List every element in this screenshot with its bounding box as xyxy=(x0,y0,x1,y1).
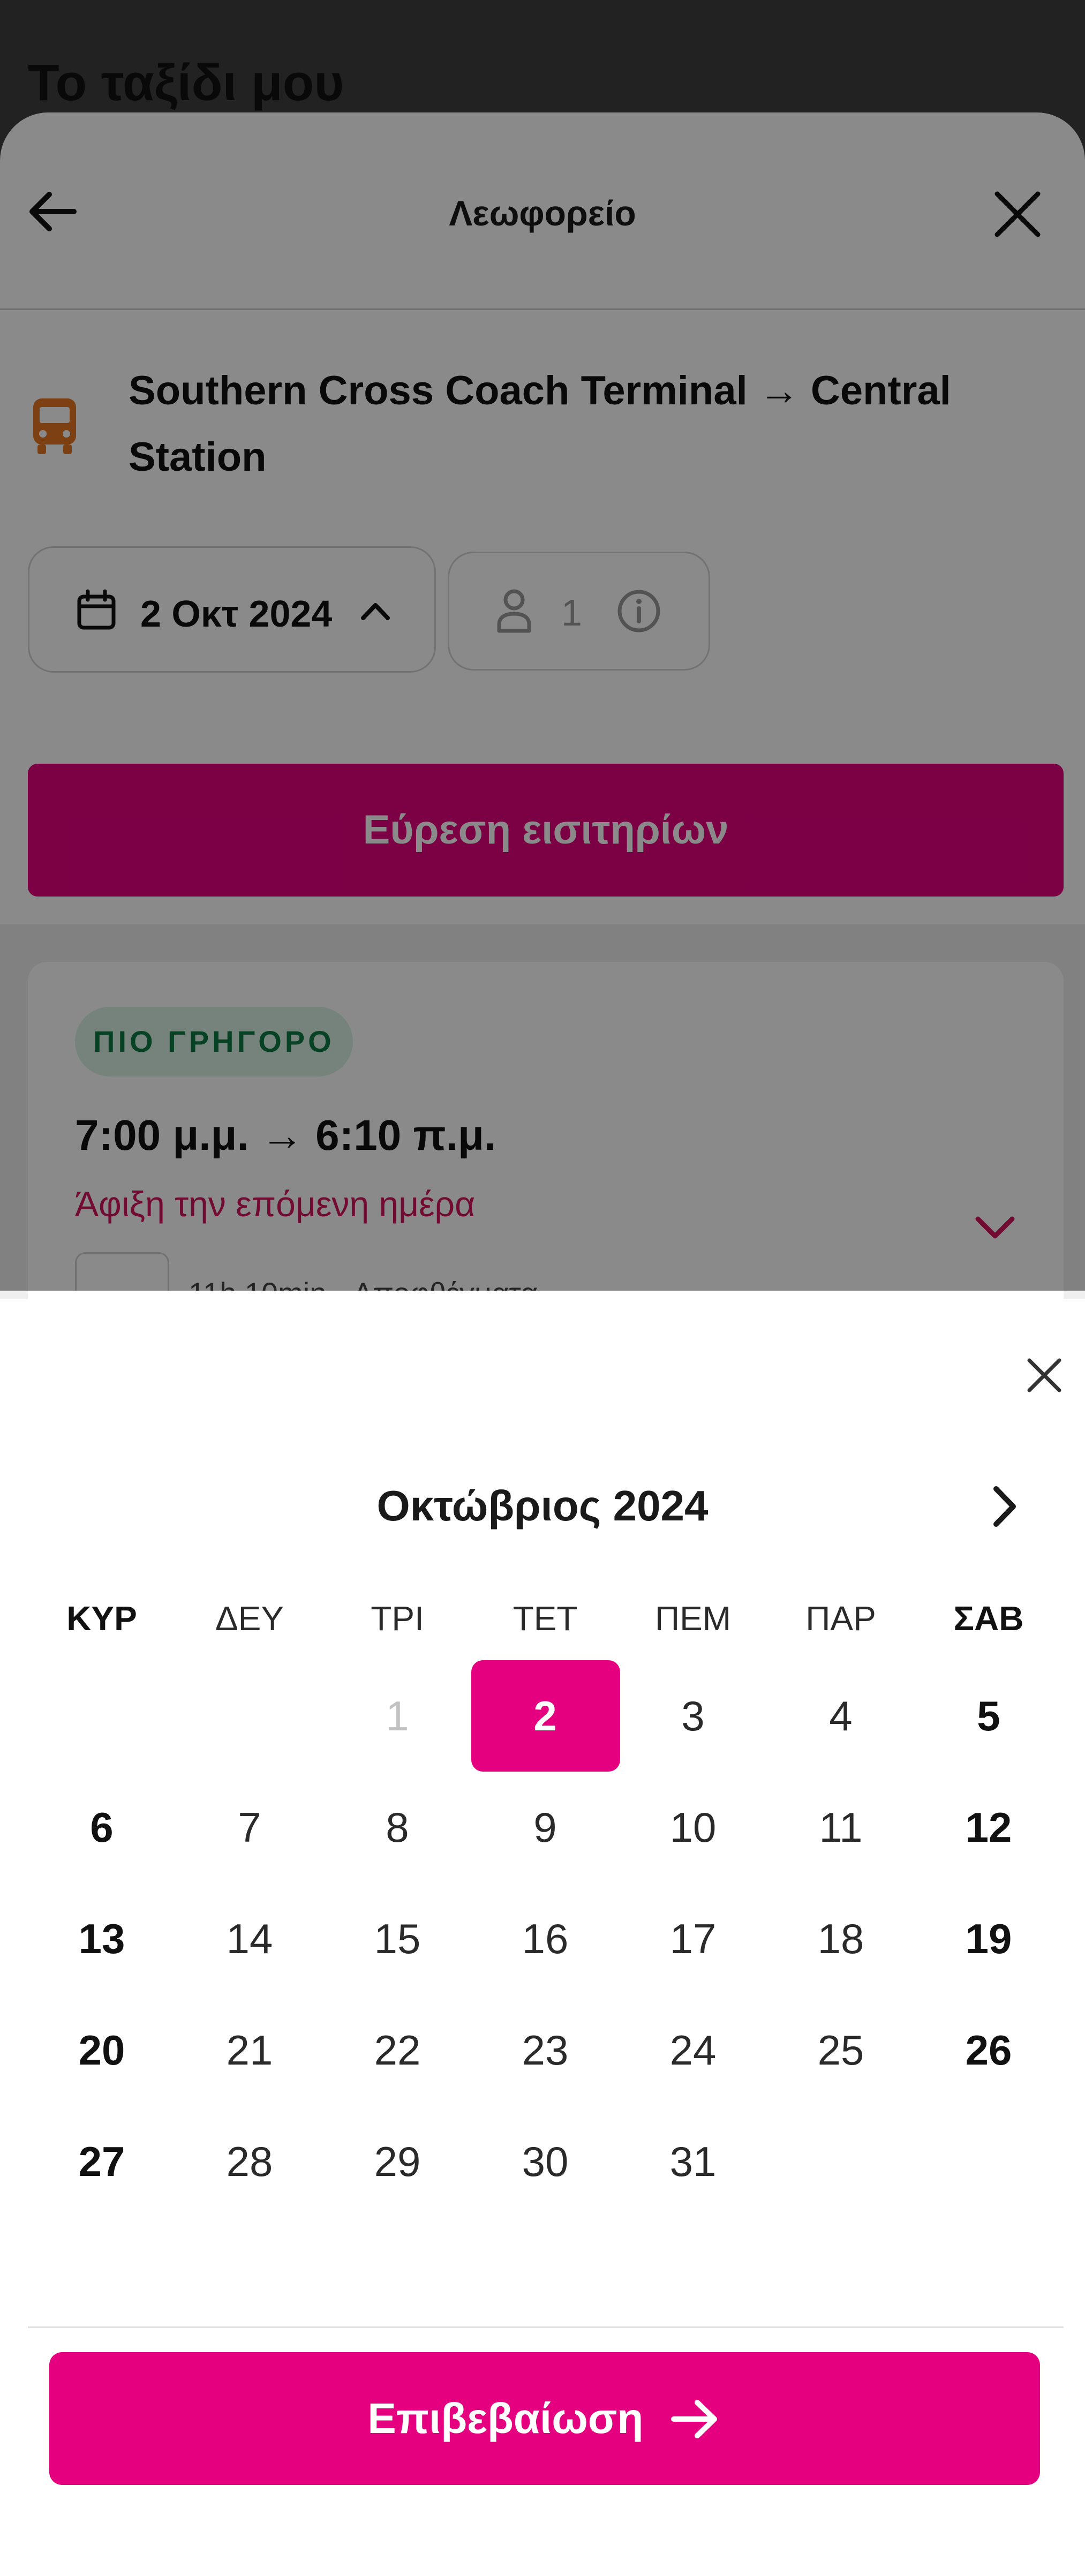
calendar-day[interactable]: 5 xyxy=(915,1660,1063,1772)
confirm-button[interactable]: Επιβεβαίωση xyxy=(49,2352,1040,2485)
next-month-button[interactable] xyxy=(977,1477,1030,1536)
calendar-day[interactable]: 23 xyxy=(471,1994,619,2106)
calendar-day[interactable]: 26 xyxy=(915,1994,1063,2106)
confirm-label: Επιβεβαίωση xyxy=(367,2394,644,2442)
chevron-right-icon xyxy=(993,1486,1016,1527)
calendar-day[interactable]: 30 xyxy=(471,2106,619,2217)
calendar-day[interactable]: 16 xyxy=(471,1883,619,1994)
calendar-day[interactable]: 17 xyxy=(619,1883,767,1994)
calendar-day[interactable]: 11 xyxy=(767,1772,915,1883)
backdrop-overlay[interactable] xyxy=(0,0,1085,1291)
weekday-thu: ΠΕΜ xyxy=(654,1599,732,1638)
calendar-day[interactable]: 31 xyxy=(619,2106,767,2217)
weekday-fri: ΠΑΡ xyxy=(805,1599,876,1638)
calendar-day[interactable]: 18 xyxy=(767,1883,915,1994)
calendar-day[interactable]: 14 xyxy=(176,1883,323,1994)
weekday-sat: ΣΑΒ xyxy=(953,1599,1024,1638)
calendar-day-disabled: 1 xyxy=(386,1692,409,1739)
close-calendar-button[interactable] xyxy=(1018,1349,1071,1402)
weekday-wed: ΤΕΤ xyxy=(513,1599,578,1638)
calendar-day[interactable]: 4 xyxy=(767,1660,915,1772)
calendar-day[interactable]: 21 xyxy=(176,1994,323,2106)
calendar-day[interactable]: 13 xyxy=(28,1883,176,1994)
calendar-day-selected[interactable]: 2 xyxy=(471,1660,619,1772)
calendar-day[interactable]: 19 xyxy=(915,1883,1063,1994)
calendar-day[interactable]: 3 xyxy=(619,1660,767,1772)
calendar-day[interactable]: 6 xyxy=(28,1772,176,1883)
weekday-tue: ΤΡΙ xyxy=(371,1599,424,1638)
calendar-day[interactable]: 25 xyxy=(767,1994,915,2106)
calendar-day[interactable]: 20 xyxy=(28,1994,176,2106)
calendar-day[interactable]: 10 xyxy=(619,1772,767,1883)
calendar-day[interactable]: 12 xyxy=(915,1772,1063,1883)
calendar-day[interactable]: 7 xyxy=(176,1772,323,1883)
month-label: Οκτώβριος 2024 xyxy=(376,1482,709,1530)
calendar-footer-divider xyxy=(28,2326,1064,2328)
calendar-day[interactable]: 24 xyxy=(619,1994,767,2106)
calendar-day[interactable]: 9 xyxy=(471,1772,619,1883)
arrow-right-icon xyxy=(668,2395,722,2443)
close-icon xyxy=(1027,1358,1061,1392)
calendar-day[interactable]: 27 xyxy=(28,2106,176,2217)
calendar-day[interactable]: 22 xyxy=(323,1994,471,2106)
weekday-sun: ΚΥΡ xyxy=(66,1599,137,1638)
weekday-mon: ΔΕΥ xyxy=(215,1599,284,1638)
calendar-day[interactable]: 28 xyxy=(176,2106,323,2217)
calendar-day[interactable]: 29 xyxy=(323,2106,471,2217)
calendar-day[interactable]: 8 xyxy=(323,1772,471,1883)
calendar-day[interactable]: 15 xyxy=(323,1883,471,1994)
